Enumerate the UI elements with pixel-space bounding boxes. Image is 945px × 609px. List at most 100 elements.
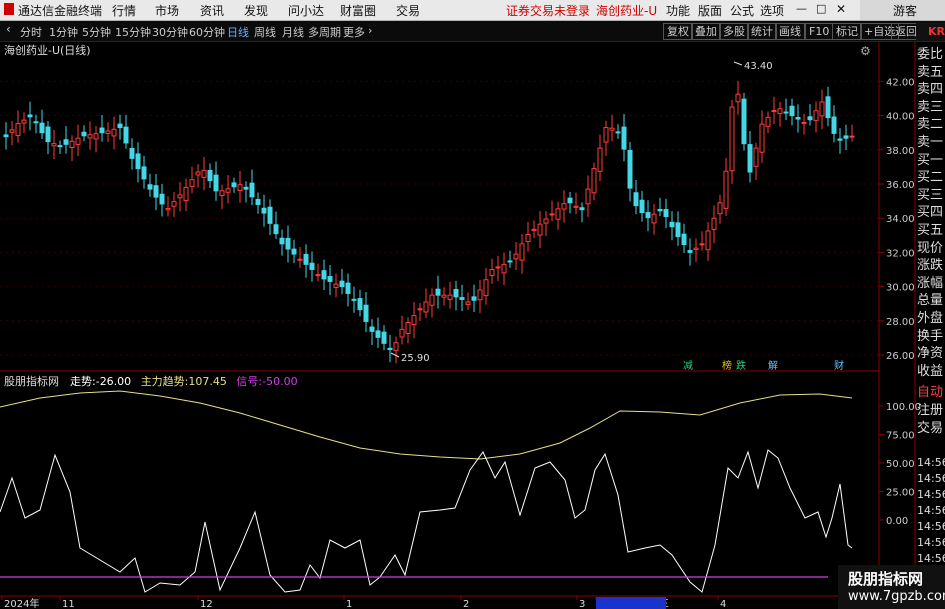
close-icon[interactable]: ✕ bbox=[836, 2, 846, 16]
menu-item-function[interactable]: 功能 bbox=[666, 2, 690, 19]
candle-body bbox=[483, 279, 489, 297]
menu-item-wealth[interactable]: 财富圈 bbox=[340, 2, 376, 19]
candle-body bbox=[261, 207, 267, 214]
quote-field-label: 卖三 bbox=[917, 99, 944, 115]
guest-label[interactable]: 游客 bbox=[893, 2, 917, 19]
candle-body bbox=[279, 237, 285, 245]
period-daily[interactable]: 日线 bbox=[227, 24, 249, 40]
quote-field-label: 买二 bbox=[917, 170, 944, 186]
quote-field-label: 买四 bbox=[917, 205, 944, 221]
quote-field-label: 涨幅 bbox=[917, 275, 944, 291]
candle-body bbox=[201, 169, 207, 178]
menu-item-news[interactable]: 资讯 bbox=[200, 2, 224, 19]
candle-body bbox=[573, 205, 579, 208]
menu-item-ask[interactable]: 问小达 bbox=[288, 2, 324, 19]
candle-body bbox=[135, 153, 141, 170]
adjust-button[interactable]: 复权 bbox=[663, 23, 693, 40]
period-more[interactable]: 更多 bbox=[343, 24, 365, 40]
event-mark[interactable]: 解 bbox=[768, 359, 778, 372]
event-mark[interactable]: 榜 bbox=[722, 359, 732, 372]
event-mark[interactable]: 跌 bbox=[736, 359, 746, 372]
stock-tab[interactable]: 海创药业-U bbox=[596, 2, 657, 19]
candle-body bbox=[231, 182, 237, 188]
price-tick-label: 32.00 bbox=[886, 248, 915, 259]
period-15min[interactable]: 15分钟 bbox=[115, 24, 151, 40]
candle-body bbox=[321, 270, 327, 280]
panel-settings-icon[interactable]: ⚙ bbox=[860, 44, 871, 58]
menu-item-options[interactable]: 选项 bbox=[760, 2, 784, 19]
app-logo-icon bbox=[4, 3, 14, 15]
quote-lower-label[interactable]: 自动 bbox=[917, 385, 943, 400]
candle-body bbox=[189, 179, 195, 187]
candle-body bbox=[603, 127, 609, 143]
candle-body bbox=[663, 209, 669, 217]
statistics-button[interactable]: 统计 bbox=[747, 23, 777, 40]
mark-button[interactable]: 标记 bbox=[832, 23, 862, 40]
candle-body bbox=[423, 301, 429, 313]
period-monthly[interactable]: 月线 bbox=[282, 24, 304, 40]
candle-body bbox=[561, 203, 567, 210]
menu-item-trade[interactable]: 交易 bbox=[396, 2, 420, 19]
indicator-readout: 走势:-26.00 主力趋势:107.45 信号:-50.00 bbox=[70, 375, 298, 388]
main-value: 107.45 bbox=[188, 375, 227, 388]
period-weekly[interactable]: 周线 bbox=[254, 24, 276, 40]
menu-item-quotes[interactable]: 行情 bbox=[112, 2, 136, 19]
menu-item-discover[interactable]: 发现 bbox=[244, 2, 268, 19]
candle-body bbox=[297, 258, 303, 261]
trend-label: 走势: bbox=[70, 375, 96, 388]
maximize-icon[interactable]: □ bbox=[816, 2, 826, 15]
candle-body bbox=[39, 122, 45, 134]
period-5min[interactable]: 5分钟 bbox=[82, 24, 111, 40]
event-mark[interactable]: 减 bbox=[683, 360, 693, 372]
draw-line-button[interactable]: 画线 bbox=[775, 23, 805, 40]
candle-body bbox=[315, 274, 321, 277]
candle-body bbox=[633, 192, 639, 207]
quote-panel: KR 委比 卖五 卖四 卖三 卖二 卖一 买一 买二 买三 买四 买五 现价 涨跌 涨幅 总量 外盘 换手 净资收… bbox=[916, 22, 945, 609]
candle-body bbox=[225, 188, 231, 193]
candle-body bbox=[729, 106, 735, 172]
candle-body bbox=[735, 93, 741, 103]
back-arrow-icon[interactable]: ‹ bbox=[6, 22, 11, 36]
menu-bar: 通达信金融终端 行情 市场 资讯 发现 问小达 财富圈 交易 证券交易未登录 海… bbox=[0, 0, 945, 21]
quote-lower-label[interactable]: 交易 bbox=[917, 421, 943, 436]
candle-body bbox=[591, 168, 597, 194]
signal-label: 信号: bbox=[236, 375, 262, 388]
period-1min[interactable]: 1分钟 bbox=[49, 24, 78, 40]
candle-body bbox=[765, 116, 771, 127]
candle-body bbox=[741, 98, 747, 145]
period-30min[interactable]: 30分钟 bbox=[152, 24, 188, 40]
indicator-title: 股朋指标网 bbox=[4, 374, 59, 388]
candle-body bbox=[15, 123, 21, 136]
candle-body bbox=[75, 137, 81, 145]
menu-item-layout[interactable]: 版面 bbox=[698, 2, 722, 19]
event-mark[interactable]: 财 bbox=[834, 359, 844, 372]
price-tick-label: 26.00 bbox=[886, 351, 915, 362]
period-multi[interactable]: 多周期 bbox=[308, 24, 341, 40]
price-tick-label: 28.00 bbox=[886, 317, 915, 328]
candle-body bbox=[513, 253, 519, 260]
candle-body bbox=[111, 128, 117, 137]
candle-body bbox=[273, 224, 279, 235]
more-chevron-icon[interactable]: › bbox=[368, 24, 372, 37]
candle-body bbox=[771, 109, 777, 112]
menu-item-market[interactable]: 市场 bbox=[155, 2, 179, 19]
login-notice[interactable]: 证券交易未登录 bbox=[506, 2, 590, 19]
menu-item-formula[interactable]: 公式 bbox=[730, 2, 754, 19]
period-intraday[interactable]: 分时 bbox=[20, 24, 42, 40]
candle-body bbox=[33, 121, 39, 124]
candle-body bbox=[99, 127, 105, 134]
quote-lower-label[interactable]: 注册 bbox=[917, 403, 943, 418]
candle-body bbox=[3, 134, 9, 138]
minimize-icon[interactable]: — bbox=[796, 2, 807, 15]
overlay-button[interactable]: 叠加 bbox=[691, 23, 721, 40]
candle-body bbox=[639, 199, 645, 213]
f10-button[interactable]: F10 bbox=[805, 23, 834, 40]
candle-body bbox=[249, 182, 255, 198]
signal-value: -50.00 bbox=[262, 375, 297, 388]
period-60min[interactable]: 60分钟 bbox=[189, 24, 225, 40]
chart-area[interactable]: 42.0040.0038.0036.0034.0032.0030.0028.00… bbox=[0, 42, 945, 609]
price-tick-label: 34.00 bbox=[886, 214, 915, 225]
candle-body bbox=[615, 131, 621, 134]
multi-stock-button[interactable]: 多股 bbox=[719, 23, 749, 40]
candle-body bbox=[141, 166, 147, 180]
